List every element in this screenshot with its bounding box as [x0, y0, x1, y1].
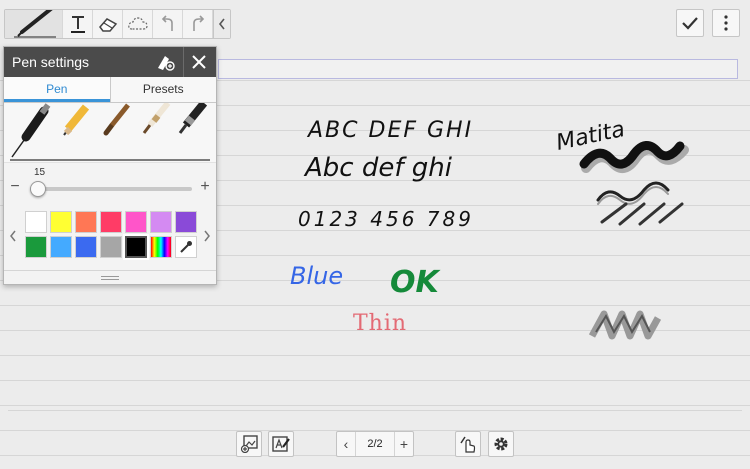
- pen-size-value: 15: [34, 167, 46, 178]
- pen-settings-title: Pen settings: [12, 54, 90, 70]
- chevron-left-icon: [10, 230, 16, 242]
- ink-pencil-scribbles: [579, 141, 689, 340]
- pen-settings-panel: Pen settings Pen Presets 15 − +: [3, 46, 217, 285]
- redo-button[interactable]: [183, 10, 213, 38]
- page-indicator: 2/2: [355, 432, 395, 456]
- eyedropper-icon: [180, 241, 192, 253]
- pen-size-slider[interactable]: [30, 181, 192, 197]
- collapse-toolbar-icon: [218, 18, 225, 30]
- text-icon: [70, 16, 85, 33]
- palette-prev-button[interactable]: [7, 227, 19, 245]
- pen-type-selector: [4, 103, 216, 163]
- checkmark-icon: [682, 17, 698, 30]
- gear-icon: [494, 437, 508, 451]
- pen-type-pencil[interactable]: [63, 104, 90, 136]
- pen-size-slider-thumb[interactable]: [30, 181, 47, 197]
- page-navigator: ‹ 2/2 +: [336, 431, 414, 457]
- settings-button[interactable]: [488, 431, 514, 457]
- text-tool-button[interactable]: [63, 10, 93, 38]
- tab-presets[interactable]: Presets: [109, 77, 216, 102]
- color-swatch[interactable]: [25, 211, 47, 233]
- close-pen-settings-button[interactable]: [183, 47, 213, 77]
- ink-digits: 0123 456 789: [298, 207, 474, 231]
- pen-mode-group: [455, 431, 481, 457]
- pen-type-marker[interactable]: [142, 103, 171, 134]
- clear-pen-button[interactable]: [150, 47, 180, 77]
- handwriting-recognition-icon: [272, 436, 290, 452]
- color-swatches: [25, 211, 197, 260]
- color-swatch[interactable]: [123, 234, 149, 260]
- pen-type-brush[interactable]: [103, 103, 130, 136]
- more-menu-icon: [724, 15, 728, 31]
- insert-image-icon: [240, 435, 258, 453]
- palette-next-button[interactable]: [201, 227, 213, 245]
- insert-image-button[interactable]: [236, 431, 262, 457]
- color-swatch[interactable]: [50, 236, 72, 258]
- more-menu-button[interactable]: [712, 9, 740, 37]
- prev-page-button[interactable]: ‹: [337, 432, 355, 456]
- pen-only-mode-button[interactable]: [455, 431, 481, 457]
- pen-size-control: 15 − +: [4, 163, 216, 207]
- color-swatch[interactable]: [100, 236, 122, 258]
- color-swatch[interactable]: [75, 211, 97, 233]
- color-swatch[interactable]: [50, 211, 72, 233]
- undo-button[interactable]: [153, 10, 183, 38]
- handwriting-mode-button[interactable]: [268, 431, 294, 457]
- color-swatch[interactable]: [175, 211, 197, 233]
- pen-type-calligraphy[interactable]: [178, 103, 208, 134]
- pen-type-fountain[interactable]: [11, 103, 51, 158]
- color-swatch[interactable]: [150, 211, 172, 233]
- save-check-button[interactable]: [676, 9, 704, 37]
- ink-caps: ABC DEF GHI: [306, 118, 473, 143]
- ink-ok: OK: [390, 265, 442, 300]
- color-swatch[interactable]: [75, 236, 97, 258]
- ink-lowercase: Abc def ghi: [303, 153, 453, 183]
- insert-image-group: [236, 431, 262, 457]
- color-swatch[interactable]: [125, 211, 147, 233]
- lasso-icon: [127, 17, 148, 30]
- top-right-actions: [676, 9, 740, 37]
- panel-resize-grip[interactable]: [4, 270, 216, 284]
- pen-tool-button[interactable]: [5, 10, 63, 38]
- lasso-tool-button[interactable]: [123, 10, 153, 38]
- eraser-icon: [98, 18, 117, 32]
- eyedropper-button[interactable]: [175, 236, 197, 258]
- touch-pen-icon: [460, 436, 476, 453]
- decrease-size-button[interactable]: −: [8, 179, 22, 195]
- pen-settings-tabs: Pen Presets: [4, 77, 216, 103]
- add-page-button[interactable]: +: [395, 432, 413, 456]
- ink-matita: Matita: [554, 117, 627, 156]
- drawing-toolbar: [4, 9, 231, 39]
- redo-icon: [192, 15, 204, 31]
- pen-plus-icon: [158, 56, 175, 71]
- color-swatch[interactable]: [25, 236, 47, 258]
- color-swatch[interactable]: [100, 211, 122, 233]
- pen-icon: [13, 10, 56, 38]
- close-icon: [191, 55, 206, 69]
- eraser-tool-button[interactable]: [93, 10, 123, 38]
- undo-icon: [161, 15, 173, 31]
- handwriting-mode-group: [268, 431, 294, 457]
- chevron-right-icon: [204, 230, 210, 242]
- collapse-toolbar-button[interactable]: [213, 10, 230, 38]
- settings-group: [488, 431, 514, 457]
- color-spectrum-swatch[interactable]: [150, 236, 172, 258]
- tab-pen[interactable]: Pen: [4, 77, 110, 102]
- color-palette: [4, 207, 216, 265]
- ink-thin: Thin: [353, 311, 407, 336]
- ink-blue: Blue: [290, 262, 343, 290]
- increase-size-button[interactable]: +: [198, 179, 212, 195]
- pen-settings-header: Pen settings: [4, 47, 216, 77]
